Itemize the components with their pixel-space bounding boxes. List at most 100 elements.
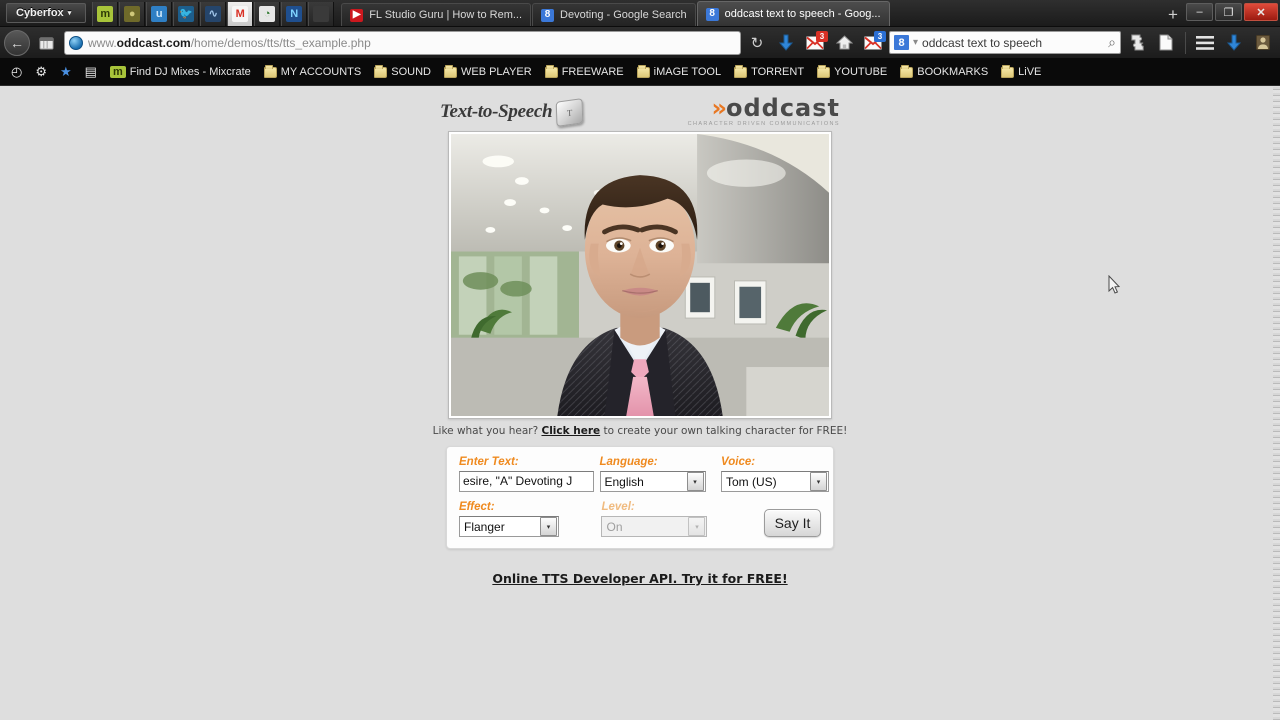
address-bar[interactable]: www.oddcast.com/home/demos/tts/tts_examp…	[64, 30, 741, 55]
reload-button[interactable]: ↻	[744, 30, 770, 56]
tab-title: FL Studio Guru | How to Rem...	[369, 9, 523, 21]
effect-select[interactable]: Flanger ▾	[459, 516, 559, 537]
reader-page-button[interactable]	[1153, 30, 1179, 56]
search-input[interactable]: oddcast text to speech	[922, 36, 1104, 50]
chevron-down-icon: ▾	[67, 10, 72, 17]
bookmark-label: TORRENT	[751, 66, 805, 78]
twitter-app-icon[interactable]: 🐦	[173, 2, 200, 26]
gmail-app-icon[interactable]: M	[227, 2, 254, 26]
downloads-arrow-button[interactable]	[773, 30, 799, 56]
page-content: Text-to-Speech T »oddcast CHARACTER DRIV…	[0, 87, 1280, 586]
bookmark-image-tool[interactable]: iMAGE TOOL	[632, 62, 726, 82]
search-bar[interactable]: 8 ▾ oddcast text to speech ⌕	[889, 31, 1121, 54]
addons-button[interactable]	[1124, 30, 1150, 56]
clock-icon: ◴	[11, 64, 23, 79]
voice-group: Voice: Tom (US) ▾	[721, 456, 829, 492]
keyboard-key-icon: T	[555, 97, 584, 127]
mail-red-badge: 3	[816, 30, 828, 42]
tab-devoting-google-search[interactable]: 8 Devoting - Google Search	[532, 3, 696, 26]
empty-app-icon[interactable]	[308, 2, 335, 26]
page-viewport: Text-to-Speech T »oddcast CHARACTER DRIV…	[0, 87, 1280, 720]
bookmark-history[interactable]: ◴	[6, 62, 27, 82]
blue-u-app-icon[interactable]: u	[146, 2, 173, 26]
folder-icon	[263, 64, 277, 78]
bookmark-my-accounts[interactable]: MY ACCOUNTS	[259, 62, 366, 82]
bookmark-find-dj-mixes[interactable]: m Find DJ Mixes - Mixcrate	[105, 62, 256, 82]
mail-blue-badge: 3	[874, 30, 886, 42]
empty-app-icon-glyph	[313, 6, 330, 22]
page-header: Text-to-Speech T »oddcast CHARACTER DRIV…	[440, 93, 840, 131]
reload-icon: ↻	[750, 34, 764, 52]
olive-app-icon[interactable]: ●	[119, 2, 146, 26]
home-icon	[835, 35, 853, 50]
home-button[interactable]	[831, 30, 857, 56]
tab-fl-studio-guru[interactable]: ▶ FL Studio Guru | How to Rem...	[341, 3, 532, 26]
profile-button[interactable]	[1250, 30, 1276, 56]
bookmark-settings[interactable]: ⚙	[30, 62, 52, 82]
url-prefix: www.	[88, 35, 117, 50]
chevrons-icon: »	[711, 94, 726, 123]
chevron-down-icon: ▾	[688, 517, 706, 536]
download-arrow-icon	[778, 34, 794, 51]
folder-icon	[734, 64, 748, 78]
avatar-player[interactable]	[448, 131, 832, 419]
page-scrollbar-edge[interactable]	[1273, 87, 1280, 720]
developer-api-link[interactable]: Online TTS Developer API. Try it for FRE…	[390, 571, 890, 586]
downloads-panel-button[interactable]	[1221, 30, 1247, 56]
bookmark-bookmarks[interactable]: BOOKMARKS	[895, 62, 993, 82]
tts-form-panel: Enter Text: esire, "A" Devoting J Langua…	[446, 446, 834, 549]
blue-u-app-icon-glyph: u	[151, 6, 168, 22]
tab-oddcast-text-to-speech[interactable]: 8 oddcast text to speech - Goog...	[696, 1, 890, 26]
blue-n-app-icon[interactable]: N	[281, 2, 308, 26]
restore-button[interactable]: ❐	[1215, 3, 1242, 21]
bookmark-reading-list[interactable]: ▤	[80, 62, 102, 82]
mixcrate-app-icon[interactable]: m	[92, 2, 119, 26]
bookmark-youtube[interactable]: YOUTUBE	[812, 62, 892, 82]
language-label: Language:	[599, 456, 658, 468]
language-group: Language: English ▾	[599, 456, 722, 492]
voice-select[interactable]: Tom (US) ▾	[721, 471, 829, 492]
click-here-link[interactable]: Click here	[541, 425, 600, 437]
gmail-app-icon-glyph: M	[232, 6, 249, 22]
enter-text-group: Enter Text: esire, "A" Devoting J	[459, 456, 600, 492]
bookmark-label: FREEWARE	[561, 66, 624, 78]
enter-text-input[interactable]: esire, "A" Devoting J	[459, 471, 594, 492]
close-button[interactable]: ✕	[1244, 3, 1278, 21]
bookmark-sound[interactable]: SOUND	[369, 62, 436, 82]
minimize-button[interactable]: –	[1186, 3, 1213, 21]
bookmark-favorites[interactable]: ★	[55, 62, 77, 82]
green-circle-app-icon[interactable]: ◔	[254, 2, 281, 26]
page-title-text: Text-to-Speech	[440, 101, 553, 122]
bookmark-label: LiVE	[1018, 66, 1042, 78]
level-label: Level:	[601, 501, 635, 513]
chevron-down-icon[interactable]: ▾	[810, 472, 827, 491]
gear-icon: ⚙	[35, 64, 47, 79]
blue-n-app-icon-glyph: N	[286, 6, 303, 22]
green-circle-app-icon-glyph: ◔	[259, 6, 276, 22]
chevron-down-icon[interactable]: ▾	[540, 517, 557, 536]
bookmark-freeware[interactable]: FREEWARE	[540, 62, 629, 82]
history-dropdown-icon[interactable]	[33, 30, 59, 56]
url-path: /home/demos/tts/tts_example.php	[190, 35, 371, 50]
new-tab-button[interactable]: +	[1162, 4, 1184, 26]
chevron-down-icon[interactable]: ▾	[686, 472, 704, 491]
oddcast-word: oddcast	[725, 94, 840, 123]
tab-title: Devoting - Google Search	[560, 9, 687, 21]
menu-button[interactable]	[1192, 30, 1218, 56]
bookmark-live[interactable]: LiVE	[996, 62, 1046, 82]
say-it-button[interactable]: Say It	[764, 509, 821, 537]
back-button[interactable]: ←	[4, 29, 30, 56]
bookmark-web-player[interactable]: WEB PLAYER	[439, 62, 537, 82]
tab-favicon-icon: ▶	[350, 8, 364, 22]
mail-notifier-blue-button[interactable]: 3	[860, 30, 886, 56]
mail-notifier-red-button[interactable]: 3	[802, 30, 828, 56]
form-row-2: Effect: Flanger ▾ Level: On ▾ Say It	[459, 501, 821, 537]
blue-swirl-app-icon[interactable]: ∿	[200, 2, 227, 26]
cyberfox-app-button[interactable]: Cyberfox ▾	[6, 3, 87, 23]
language-select[interactable]: English ▾	[599, 471, 706, 492]
bookmark-label: WEB PLAYER	[460, 66, 532, 78]
search-icon: ⌕	[1108, 34, 1116, 50]
form-row-1: Enter Text: esire, "A" Devoting J Langua…	[459, 456, 829, 492]
bookmark-torrent[interactable]: TORRENT	[729, 62, 809, 82]
promo-line: Like what you hear? Click here to create…	[430, 425, 850, 437]
